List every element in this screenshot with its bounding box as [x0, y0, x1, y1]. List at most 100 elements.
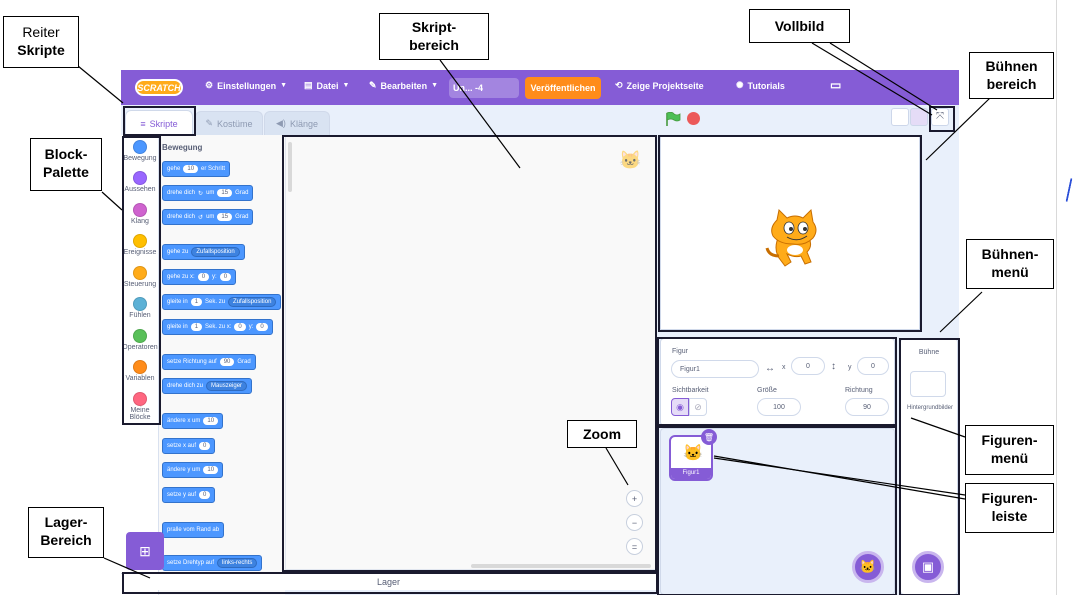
block-move-steps[interactable]: gehe 10 er Schritt: [162, 161, 231, 177]
block-text: Grad: [237, 359, 251, 365]
block-change-y[interactable]: ändere y um 10: [162, 462, 224, 478]
block-input[interactable]: 15: [217, 213, 233, 221]
block-text: setze x auf: [167, 443, 197, 449]
block-change-x[interactable]: ändere x um 10: [162, 413, 224, 429]
block-text: drehe dich zu: [167, 383, 204, 389]
chevron-down-icon: ▼: [342, 82, 350, 89]
block-dropdown[interactable]: Zufallsposition: [191, 247, 240, 257]
block-dropdown[interactable]: links-rechts: [217, 558, 258, 568]
block-input[interactable]: 10: [203, 466, 219, 474]
block-text: setze Richtung auf: [167, 359, 217, 365]
block-text: gehe: [167, 166, 181, 172]
block-text: gehe zu x:: [167, 274, 195, 280]
annotation-sprite-menu: Figuren-menü: [965, 425, 1054, 475]
block-input[interactable]: 0: [197, 273, 210, 281]
brush-icon: ✎: [205, 118, 213, 128]
block-text: pralle vom Rand ab: [167, 527, 220, 533]
small-stage-button[interactable]: [891, 108, 909, 126]
block-input[interactable]: 0: [219, 273, 232, 281]
block-text: Grad: [235, 190, 249, 196]
lightbulb-icon: ✺: [736, 80, 744, 90]
annotation-line: Figuren-: [981, 432, 1038, 448]
tab-sounds[interactable]: ◀) Klänge: [264, 111, 330, 135]
block-text: setze Drehtyp auf: [167, 560, 215, 566]
block-point-towards[interactable]: drehe dich zu Mauszeiger: [162, 378, 253, 394]
file-icon: ▤: [304, 80, 313, 90]
edit-label: Bearbeiten: [380, 80, 428, 91]
annotation-line: leiste: [991, 508, 1028, 524]
block-input[interactable]: 0: [256, 323, 268, 331]
block-set-y[interactable]: setze y auf 0: [162, 487, 216, 503]
scratch-logo[interactable]: SCRATCH: [135, 79, 183, 96]
highlight-fullscreen: [929, 106, 955, 132]
edit-menu[interactable]: ✎ Bearbeiten ▼: [369, 80, 438, 91]
normal-stage-button[interactable]: [910, 108, 928, 126]
block-text: setze y auf: [167, 492, 197, 498]
block-goto-xy[interactable]: gehe zu x: 0 y: 0: [162, 269, 237, 285]
block-set-x[interactable]: setze x auf 0: [162, 438, 216, 454]
block-input[interactable]: 1: [190, 298, 203, 306]
tutorial-figure: SCRATCH ⚙ Einstellungen ▼ ▤ Datei ▼ ✎ Bearbei…: [0, 0, 1075, 595]
annotation-zoom: Zoom: [567, 420, 637, 448]
block-input[interactable]: 90: [219, 358, 235, 366]
publish-button[interactable]: Veröffentlichen: [525, 77, 601, 99]
annotation-line: Figuren-: [981, 490, 1038, 506]
annotation-line: Bereich: [40, 532, 92, 548]
block-glide-to[interactable]: gleite in 1 Sek. zu Zufallsposition: [162, 294, 282, 310]
block-text: drehe dich: [167, 214, 196, 220]
annotation-line: Skript-: [411, 19, 457, 35]
block-bounce[interactable]: pralle vom Rand ab: [162, 522, 225, 538]
file-menu[interactable]: ▤ Datei ▼: [304, 80, 349, 91]
block-text: um: [206, 190, 215, 196]
tutorials-button[interactable]: ✺ Tutorials: [736, 80, 785, 91]
page-border-line: [1056, 0, 1057, 595]
gear-icon: ⚙: [205, 80, 214, 90]
chevron-down-icon: ▼: [431, 82, 439, 89]
block-text: Grad: [235, 214, 249, 220]
editor-tabs: ≡ Skripte ✎ Kostüme ◀) Klänge: [121, 105, 959, 136]
block-dropdown[interactable]: Zufallsposition: [228, 297, 277, 307]
folder-icon[interactable]: ▭: [830, 78, 841, 92]
tab-costumes-label: Kostüme: [217, 118, 253, 129]
tab-sounds-label: Klänge: [289, 118, 318, 129]
annotation-line: Lager-: [44, 514, 88, 530]
tab-costumes[interactable]: ✎ Kostüme: [195, 111, 263, 135]
tutorials-label: Tutorials: [747, 80, 785, 91]
block-input[interactable]: 15: [217, 189, 233, 197]
block-dropdown[interactable]: Mauszeiger: [206, 381, 248, 391]
highlight-categories: [122, 136, 161, 425]
pencil-icon: ✎: [369, 80, 377, 90]
block-input[interactable]: 0: [234, 323, 246, 331]
block-text: ändere x um: [167, 418, 201, 424]
project-page-label: Zeige Projektseite: [626, 80, 704, 91]
annotation-script-area: Skript-bereich: [379, 13, 489, 60]
block-input[interactable]: 10: [203, 417, 219, 425]
project-title-input[interactable]: Un... -4: [449, 78, 519, 98]
highlight-sprite-info: [657, 337, 897, 426]
block-point-direction[interactable]: setze Richtung auf 90 Grad: [162, 354, 256, 370]
annotation-scripts-tab: Reiter Skripte: [3, 16, 79, 68]
block-glide-xy[interactable]: gleite in 1 Sek. zu x: 0 y: 0: [162, 319, 273, 335]
green-flag-icon[interactable]: [665, 112, 681, 126]
highlight-storage: [122, 572, 658, 594]
stop-icon[interactable]: [687, 112, 700, 125]
block-text: gehe zu: [167, 249, 189, 255]
annotation-line: Skripte: [17, 42, 65, 58]
rotate-right-icon: ↻: [198, 190, 204, 197]
block-turn-right[interactable]: drehe dich ↻ um 15 Grad: [162, 185, 254, 201]
annotation-block-palette: Block- Palette: [30, 138, 102, 191]
block-goto[interactable]: gehe zu Zufallsposition: [162, 244, 245, 260]
settings-menu[interactable]: ⚙ Einstellungen ▼: [205, 80, 287, 91]
add-extension-button[interactable]: ⊞: [126, 532, 164, 570]
extension-icon: ⊞: [139, 542, 151, 559]
annotation-stage-menu: Bühnen-menü: [966, 239, 1054, 289]
block-turn-left[interactable]: drehe dich ↺ um 15 Grad: [162, 209, 254, 225]
block-text: um: [206, 214, 215, 220]
chevron-down-icon: ▼: [280, 82, 288, 89]
block-input[interactable]: 0: [199, 491, 211, 499]
block-input[interactable]: 0: [199, 442, 211, 450]
block-rotation-style[interactable]: setze Drehtyp auf links-rechts: [162, 555, 263, 571]
block-input[interactable]: 10: [183, 165, 199, 173]
block-input[interactable]: 1: [190, 323, 203, 331]
project-page-button[interactable]: ⟲ Zeige Projektseite: [615, 80, 704, 91]
